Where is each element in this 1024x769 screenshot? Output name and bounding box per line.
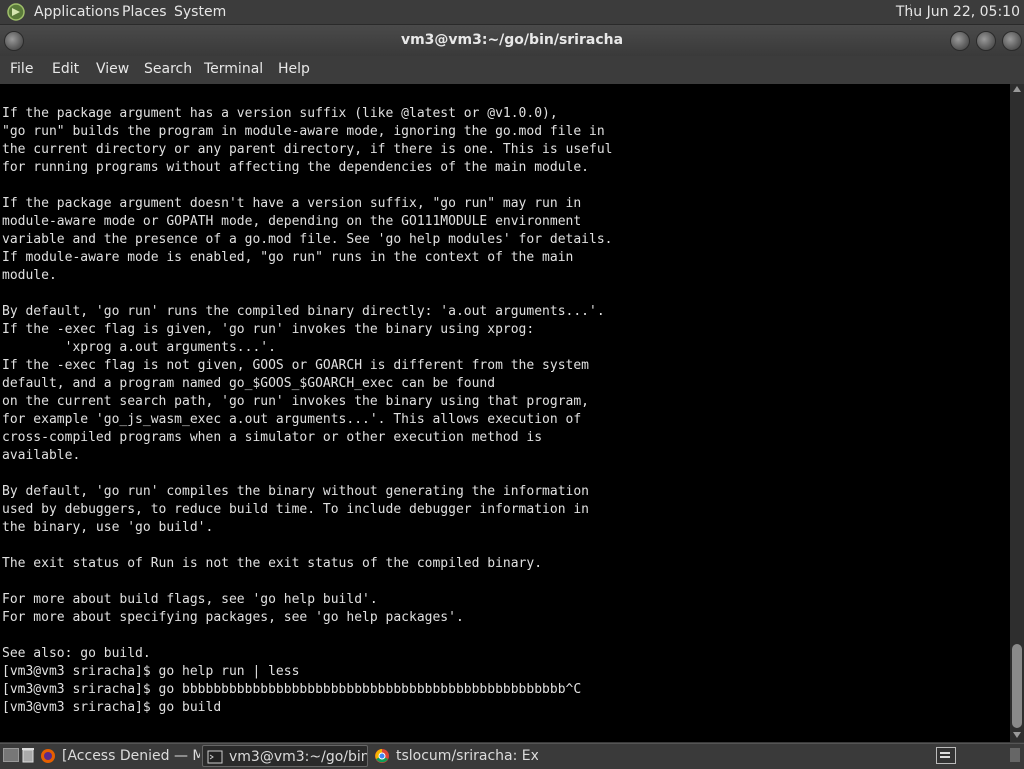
window-titlebar[interactable]: vm3@vm3:~/go/bin/sriracha	[0, 25, 1024, 56]
menu-edit[interactable]: Edit	[52, 61, 79, 77]
terminal-line: The exit status of Run is not the exit s…	[2, 556, 543, 571]
show-desktop-icon[interactable]	[3, 748, 19, 762]
scrollbar-thumb[interactable]	[1012, 644, 1022, 728]
terminal-line: "go run" builds the program in module-aw…	[2, 124, 605, 139]
terminal-line: for example 'go_js_wasm_exec a.out argum…	[2, 412, 582, 427]
terminal-line: If the package argument doesn't have a v…	[2, 196, 582, 211]
terminal-line: the current directory or any parent dire…	[2, 142, 613, 157]
terminal-line: the binary, use 'go build'.	[2, 520, 214, 535]
chrome-icon	[375, 749, 389, 763]
menubar: File Edit View Search Terminal Help	[0, 56, 1024, 84]
terminal-line: If the -exec flag is not given, GOOS or …	[2, 358, 589, 373]
firefox-icon	[41, 749, 55, 763]
terminal-line: cross-compiled programs when a simulator…	[2, 430, 543, 445]
terminal-output[interactable]: If the package argument has a version su…	[0, 84, 1010, 742]
terminal-line: [vm3@vm3 sriracha]$ go help run | less	[2, 664, 300, 679]
top-panel: Applications Places System Thu Jun 22, 0…	[0, 0, 1024, 25]
taskbar-item-label: [Access Denied — M...	[62, 748, 200, 764]
menu-system[interactable]: System	[174, 3, 226, 21]
terminal-line: on the current search path, 'go run' inv…	[2, 394, 589, 409]
menu-search[interactable]: Search	[144, 61, 192, 77]
terminal-line: For more about build flags, see 'go help…	[2, 592, 378, 607]
terminal-line: [vm3@vm3 sriracha]$ go bbbbbbbbbbbbbbbbb…	[2, 682, 582, 697]
menu-help[interactable]: Help	[278, 61, 310, 77]
workspace-switcher-icon[interactable]	[1010, 748, 1020, 762]
menu-view[interactable]: View	[96, 61, 129, 77]
terminal-line: default, and a program named go_$GOOS_$G…	[2, 376, 496, 391]
menu-terminal[interactable]: Terminal	[204, 61, 263, 77]
minimize-button[interactable]	[950, 31, 970, 51]
terminal-line: See also: go build.	[2, 646, 151, 661]
terminal-icon	[207, 750, 223, 764]
terminal-line: for running programs without affecting t…	[2, 160, 589, 175]
scroll-up-arrow-icon[interactable]	[1013, 86, 1021, 92]
terminal-scrollbar[interactable]	[1010, 84, 1024, 742]
taskbar-item-label: vm3@vm3:~/go/bin...	[229, 749, 368, 765]
taskbar-item-chrome[interactable]: tslocum/sriracha: Ex...	[370, 745, 538, 767]
menu-file[interactable]: File	[10, 61, 33, 77]
taskbar-item-firefox[interactable]: [Access Denied — M...	[36, 745, 200, 767]
maximize-button[interactable]	[976, 31, 996, 51]
terminal-line: used by debuggers, to reduce build time.…	[2, 502, 589, 517]
terminal-line: [vm3@vm3 sriracha]$ go build	[2, 700, 222, 715]
terminal-line: If the -exec flag is given, 'go run' inv…	[2, 322, 535, 337]
window-title: vm3@vm3:~/go/bin/sriracha	[400, 32, 624, 48]
taskbar: [Access Denied — M... vm3@vm3:~/go/bin..…	[0, 743, 1024, 769]
menu-applications[interactable]: Applications	[34, 3, 120, 21]
terminal-line: If the package argument has a version su…	[2, 106, 558, 121]
terminal-line: By default, 'go run' runs the compiled b…	[2, 304, 605, 319]
applications-logo-icon[interactable]	[6, 3, 26, 21]
terminal-line: available.	[2, 448, 81, 463]
scroll-down-arrow-icon[interactable]	[1013, 732, 1021, 738]
notification-icon[interactable]	[936, 747, 956, 764]
terminal-line: module-aware mode or GOPATH mode, depend…	[2, 214, 582, 229]
trash-icon[interactable]	[22, 747, 34, 763]
close-button[interactable]	[1002, 31, 1022, 51]
terminal-line: By default, 'go run' compiles the binary…	[2, 484, 589, 499]
terminal-line: module.	[2, 268, 57, 283]
terminal-line: For more about specifying packages, see …	[2, 610, 464, 625]
terminal-text: If the package argument has a version su…	[2, 105, 612, 717]
taskbar-item-label: tslocum/sriracha: Ex...	[396, 748, 538, 764]
taskbar-item-terminal[interactable]: vm3@vm3:~/go/bin...	[202, 745, 368, 767]
terminal-line: If module-aware mode is enabled, "go run…	[2, 250, 574, 265]
menu-places[interactable]: Places	[122, 3, 167, 21]
terminal-line: variable and the presence of a go.mod fi…	[2, 232, 613, 247]
terminal-line: 'xprog a.out arguments...'.	[2, 340, 276, 355]
clock[interactable]: Thu Jun 22, 05:10	[896, 3, 1020, 21]
